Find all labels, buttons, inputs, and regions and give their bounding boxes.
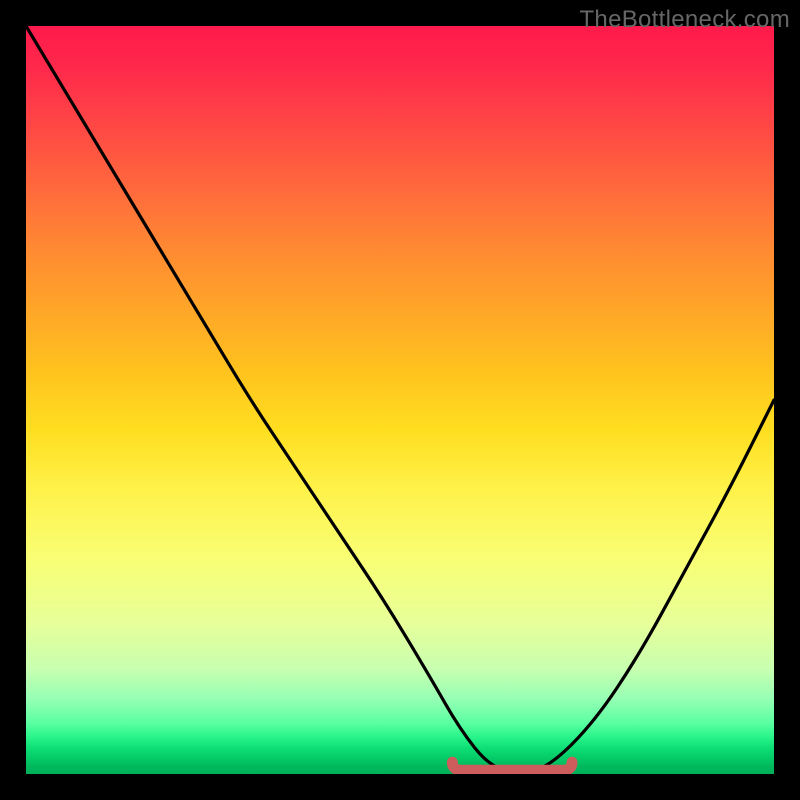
watermark-text: TheBottleneck.com [579, 6, 790, 34]
plot-frame [26, 26, 774, 774]
plot-area [26, 26, 774, 774]
optimal-range-marker [26, 26, 774, 774]
